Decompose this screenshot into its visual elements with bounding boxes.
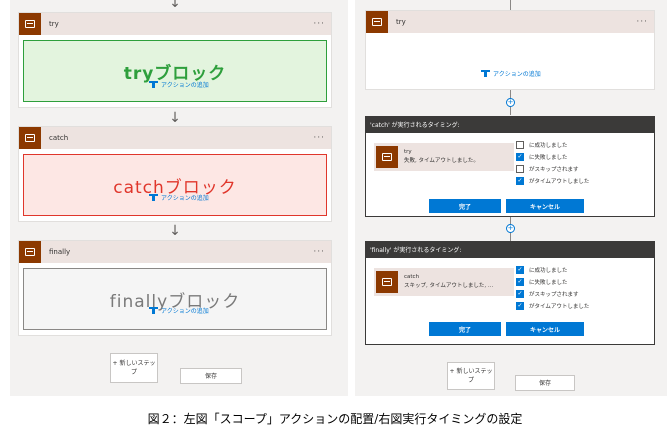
flow-arrow-icon: ↓ (169, 223, 181, 239)
add-action-icon (149, 81, 158, 88)
try-scope-header[interactable]: try ··· (19, 13, 331, 35)
more-options-icon[interactable]: ··· (313, 248, 325, 257)
save-button[interactable]: 保存 (180, 368, 242, 384)
card-status-text: スキップ, タイムアウトしました, … (404, 283, 494, 289)
finally-scope-header[interactable]: finally ··· (19, 241, 331, 263)
more-options-icon[interactable]: ··· (636, 18, 648, 27)
insert-step-icon[interactable]: + (506, 224, 515, 233)
card-status-text: 失敗, タイムアウトしました。 (404, 158, 479, 164)
checkbox[interactable] (516, 165, 524, 173)
checkbox-checked[interactable]: ✓ (516, 153, 524, 161)
scope-icon (376, 271, 398, 293)
catch-run-after-dialog: try 失敗, タイムアウトしました。 に成功しました ✓ に失敗しました がスキ… (365, 132, 655, 217)
card-action-name: catch (404, 274, 420, 280)
new-step-button[interactable]: + 新しいステップ (110, 353, 158, 383)
try-add-action-link[interactable]: アクションの追加 (149, 80, 209, 89)
finally-run-after-header: 'finally' が実行されるタイミング: (365, 241, 655, 257)
try-action-card: try 失敗, タイムアウトしました。 (374, 143, 514, 171)
left-flow-panel: ↓ try ··· tryブロック アクションの追加 ↓ catch ··· c… (10, 0, 348, 396)
finally-scope-title: finally (49, 248, 71, 256)
figure-caption: 図２：左図「スコープ」アクションの配置/右図実行タイミングの設定 (147, 412, 523, 426)
option-timed-out[interactable]: ✓ がタイムアウトしました (516, 175, 589, 187)
more-options-icon[interactable]: ··· (313, 20, 325, 29)
checkbox-checked[interactable]: ✓ (516, 278, 524, 286)
cancel-button[interactable]: キャンセル (506, 199, 584, 213)
catch-run-after-header: 'catch' が実行されるタイミング: (365, 116, 655, 132)
flow-arrow-icon: ↓ (169, 0, 181, 11)
catch-action-card: catch スキップ, タイムアウトしました, … (374, 268, 514, 296)
checkbox-checked[interactable]: ✓ (516, 177, 524, 185)
add-action-label: アクションの追加 (161, 195, 209, 202)
catch-block: catchブロック (23, 154, 327, 216)
more-options-icon[interactable]: ··· (313, 134, 325, 143)
add-action-icon (149, 194, 158, 201)
add-action-label: アクションの追加 (161, 82, 209, 89)
add-action-label: アクションの追加 (493, 71, 541, 78)
checkbox-checked[interactable]: ✓ (516, 290, 524, 298)
checkbox[interactable] (516, 141, 524, 149)
insert-step-icon[interactable]: + (506, 98, 515, 107)
option-skipped[interactable]: ✓ がスキップされます (516, 288, 589, 300)
try-add-action-link[interactable]: アクションの追加 (481, 69, 541, 78)
run-after-options: ✓ に成功しました ✓ に失敗しました ✓ がスキップされます ✓ がタイムアウトしまし… (516, 264, 589, 312)
right-settings-panel: try ··· アクションの追加 + 'catch' が実行されるタイミング: … (355, 0, 667, 396)
checkbox-checked[interactable]: ✓ (516, 266, 524, 274)
option-succeeded[interactable]: ✓ に成功しました (516, 264, 589, 276)
save-button[interactable]: 保存 (515, 375, 575, 391)
finally-run-after-dialog: catch スキップ, タイムアウトしました, … ✓ に成功しました ✓ に失敗し… (365, 257, 655, 345)
scope-icon (376, 146, 398, 168)
finally-block: finallyブロック (23, 268, 327, 330)
catch-scope-header[interactable]: catch ··· (19, 127, 331, 149)
add-action-icon (149, 307, 158, 314)
finally-add-action-link[interactable]: アクションの追加 (149, 306, 209, 315)
scope-icon (366, 11, 388, 33)
option-timed-out[interactable]: ✓ がタイムアウトしました (516, 300, 589, 312)
catch-scope-title: catch (49, 134, 69, 142)
scope-icon (19, 13, 41, 35)
try-scope-header[interactable]: try ··· (366, 11, 654, 33)
try-scope-card[interactable]: try ··· tryブロック アクションの追加 (18, 12, 332, 108)
run-after-options: に成功しました ✓ に失敗しました がスキップされます ✓ がタイムアウトしました (516, 139, 589, 187)
done-button[interactable]: 完了 (429, 199, 501, 213)
finally-scope-card[interactable]: finally ··· finallyブロック アクションの追加 (18, 240, 332, 336)
add-action-icon (481, 70, 490, 77)
cancel-button[interactable]: キャンセル (506, 322, 584, 336)
try-scope-card[interactable]: try ··· アクションの追加 (365, 10, 655, 90)
option-failed[interactable]: ✓ に失敗しました (516, 276, 589, 288)
checkbox-checked[interactable]: ✓ (516, 302, 524, 310)
option-failed[interactable]: ✓ に失敗しました (516, 151, 589, 163)
try-scope-title: try (49, 20, 59, 28)
try-block: tryブロック (23, 40, 327, 102)
scope-icon (19, 127, 41, 149)
catch-scope-card[interactable]: catch ··· catchブロック アクションの追加 (18, 126, 332, 222)
add-action-label: アクションの追加 (161, 308, 209, 315)
card-action-name: try (404, 149, 412, 155)
flow-arrow-icon: ↓ (169, 110, 181, 126)
done-button[interactable]: 完了 (429, 322, 501, 336)
new-step-button[interactable]: + 新しいステップ (447, 362, 495, 390)
catch-add-action-link[interactable]: アクションの追加 (149, 193, 209, 202)
option-succeeded[interactable]: に成功しました (516, 139, 589, 151)
option-skipped[interactable]: がスキップされます (516, 163, 589, 175)
scope-icon (19, 241, 41, 263)
try-scope-title: try (396, 18, 406, 26)
connector-line (510, 0, 511, 10)
